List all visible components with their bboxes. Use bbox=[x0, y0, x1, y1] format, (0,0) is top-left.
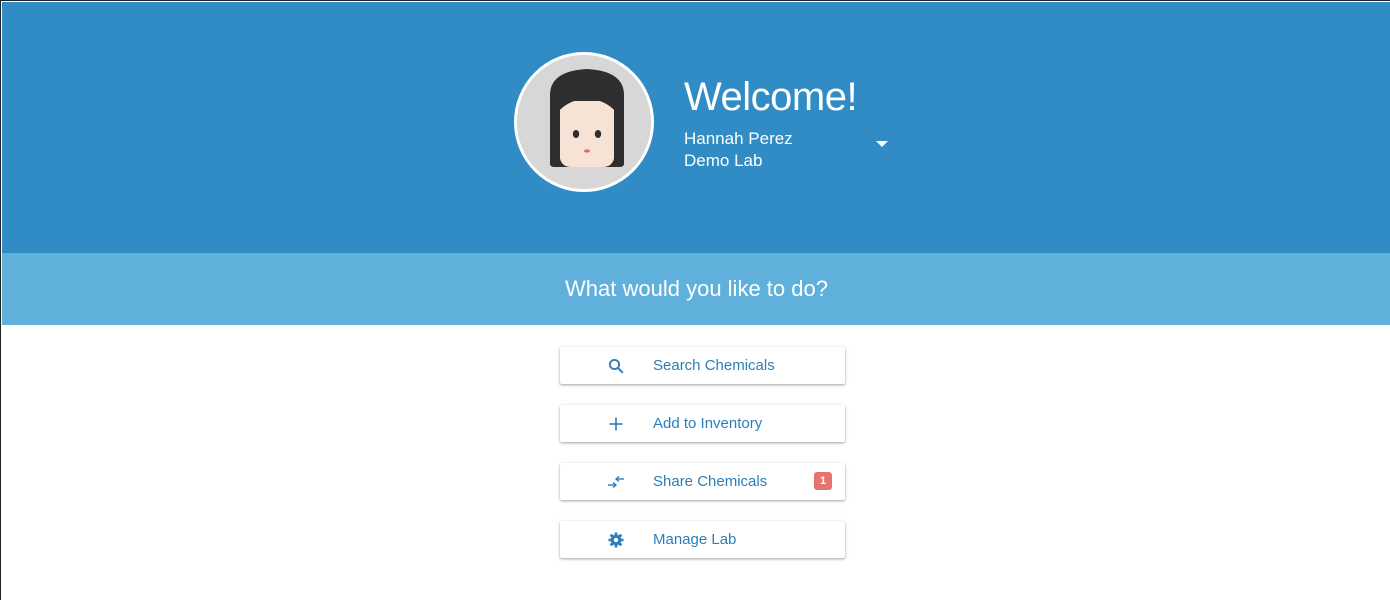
share-chemicals-button[interactable]: Share Chemicals 1 bbox=[560, 463, 845, 500]
add-to-inventory-label: Add to Inventory bbox=[653, 415, 763, 432]
plus-icon bbox=[604, 405, 628, 442]
avatar bbox=[514, 52, 654, 192]
action-list: Search Chemicals Add to Inventory Share … bbox=[560, 347, 845, 579]
lab-name: Demo Lab bbox=[684, 151, 763, 170]
search-icon bbox=[604, 347, 628, 384]
add-to-inventory-button[interactable]: Add to Inventory bbox=[560, 405, 845, 442]
manage-lab-label: Manage Lab bbox=[653, 531, 737, 548]
page-frame: Welcome! Hannah Perez Demo Lab What woul… bbox=[0, 0, 1390, 600]
avatar-illustration bbox=[517, 55, 651, 189]
notification-badge: 1 bbox=[814, 472, 832, 490]
search-chemicals-label: Search Chemicals bbox=[653, 357, 775, 374]
welcome-header: Welcome! Hannah Perez Demo Lab bbox=[2, 2, 1390, 253]
user-name: Hannah Perez bbox=[684, 129, 793, 148]
welcome-block: Welcome! Hannah Perez Demo Lab bbox=[684, 74, 858, 172]
gear-icon bbox=[604, 521, 628, 558]
prompt-text: What would you like to do? bbox=[565, 276, 828, 301]
manage-lab-button[interactable]: Manage Lab bbox=[560, 521, 845, 558]
share-chemicals-label: Share Chemicals bbox=[653, 473, 768, 490]
prompt-bar: What would you like to do? bbox=[2, 253, 1390, 325]
share-arrows-icon bbox=[604, 463, 628, 500]
search-chemicals-button[interactable]: Search Chemicals bbox=[560, 347, 845, 384]
user-menu-caret-icon[interactable] bbox=[876, 141, 888, 147]
welcome-title: Welcome! bbox=[684, 75, 858, 119]
